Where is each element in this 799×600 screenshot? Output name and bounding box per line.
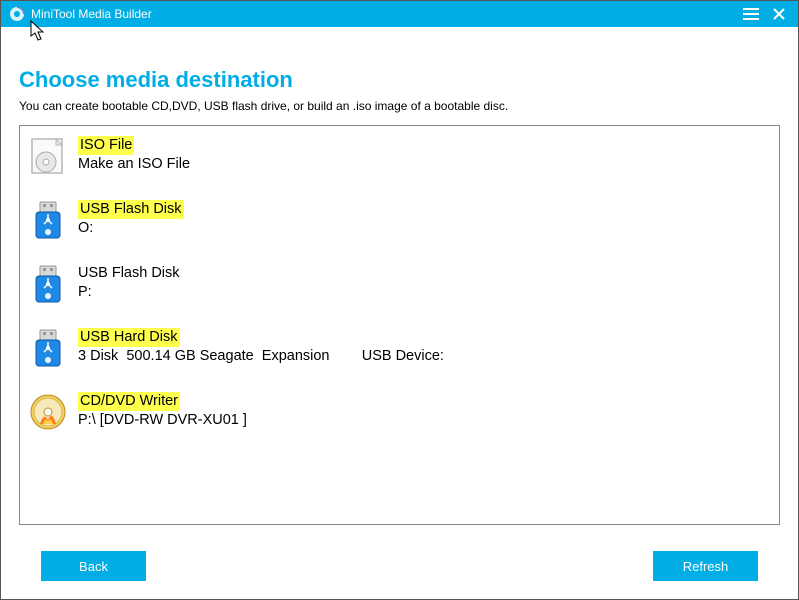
page-subtext: You can create bootable CD,DVD, USB flas… [19, 99, 780, 113]
media-item-sublabel: 3 Disk 500.14 GB Seagate Expansion USB D… [78, 347, 444, 366]
media-item-label: USB Hard Disk [78, 328, 180, 347]
media-item-label: USB Flash Disk [78, 264, 180, 283]
page-heading: Choose media destination [19, 67, 780, 93]
media-item-label: USB Flash Disk [78, 200, 184, 219]
media-item-usb-hard-disk[interactable]: USB Hard Disk 3 Disk 500.14 GB Seagate E… [28, 328, 771, 368]
back-button[interactable]: Back [41, 551, 146, 581]
media-item-usb-flash-o[interactable]: USB Flash Disk O: [28, 200, 771, 240]
close-button[interactable] [768, 3, 790, 25]
refresh-button[interactable]: Refresh [653, 551, 758, 581]
media-list-panel: ISO File Make an ISO File USB Flash Disk… [19, 125, 780, 525]
footer-buttons: Back Refresh [1, 551, 798, 581]
media-item-label: CD/DVD Writer [78, 392, 180, 411]
iso-file-icon [28, 136, 68, 176]
media-item-cd-dvd-writer[interactable]: CD/DVD Writer P:\ [DVD-RW DVR-XU01 ] [28, 392, 771, 432]
media-item-sublabel: P: [78, 283, 180, 302]
menu-button[interactable] [740, 3, 762, 25]
media-item-label: ISO File [78, 136, 134, 155]
media-item-sublabel: Make an ISO File [78, 155, 190, 174]
usb-flash-icon [28, 200, 68, 240]
media-item-usb-flash-p[interactable]: USB Flash Disk P: [28, 264, 771, 304]
disc-burn-icon [28, 392, 68, 432]
app-icon [9, 6, 25, 22]
mouse-cursor [30, 20, 46, 42]
media-item-sublabel: P:\ [DVD-RW DVR-XU01 ] [78, 411, 247, 430]
media-item-iso[interactable]: ISO File Make an ISO File [28, 136, 771, 176]
window-title: MiniTool Media Builder [31, 7, 734, 21]
usb-flash-icon [28, 328, 68, 368]
media-item-sublabel: O: [78, 219, 184, 238]
titlebar: MiniTool Media Builder [1, 1, 798, 27]
usb-flash-icon [28, 264, 68, 304]
